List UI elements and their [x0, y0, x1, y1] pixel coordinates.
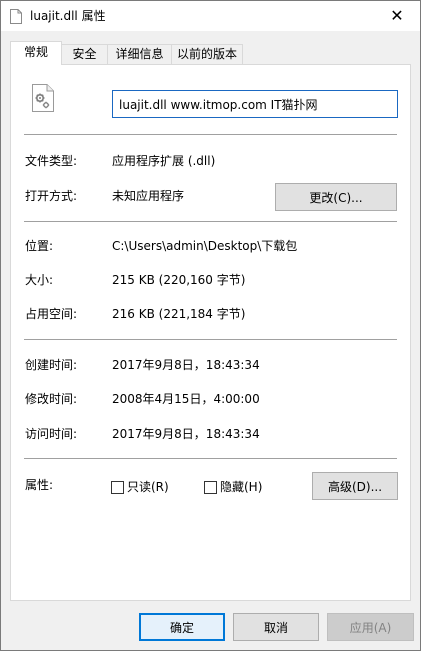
opens-with-value: 未知应用程序: [112, 189, 185, 203]
modified-value: 2008年4月15日，4:00:00: [112, 392, 260, 406]
close-icon: ✕: [390, 6, 404, 25]
size-label: 大小:: [25, 273, 54, 287]
opens-with-label: 打开方式:: [25, 189, 78, 203]
file-icon: [10, 9, 22, 24]
readonly-label: 只读(R): [127, 480, 169, 494]
close-button[interactable]: ✕: [374, 1, 420, 31]
hidden-checkbox[interactable]: [204, 481, 217, 494]
attributes-label: 属性:: [25, 478, 54, 492]
divider: [24, 221, 397, 222]
advanced-button[interactable]: 高级(D)...: [312, 472, 398, 500]
tab-security[interactable]: 安全: [61, 44, 108, 64]
tab-details[interactable]: 详细信息: [107, 44, 172, 64]
size-value: 215 KB (220,160 字节): [112, 273, 246, 287]
file-type-label: 文件类型:: [25, 154, 78, 168]
tab-previous-versions[interactable]: 以前的版本: [171, 44, 243, 64]
hidden-checkbox-group[interactable]: 隐藏(H): [204, 479, 274, 495]
readonly-checkbox-group[interactable]: 只读(R): [111, 479, 181, 495]
size-on-disk-label: 占用空间:: [25, 307, 78, 321]
created-label: 创建时间:: [25, 358, 78, 372]
tab-general[interactable]: 常规: [10, 41, 62, 65]
hidden-label: 隐藏(H): [220, 480, 263, 494]
divider: [24, 134, 397, 135]
apply-button[interactable]: 应用(A): [327, 613, 414, 641]
general-tab-panel: 文件类型: 应用程序扩展 (.dll) 打开方式: 未知应用程序 更改(C)..…: [10, 64, 411, 601]
divider: [24, 339, 397, 340]
accessed-value: 2017年9月8日，18:43:34: [112, 427, 260, 441]
divider: [24, 458, 397, 459]
change-button[interactable]: 更改(C)...: [275, 183, 397, 211]
created-value: 2017年9月8日，18:43:34: [112, 358, 260, 372]
size-on-disk-value: 216 KB (221,184 字节): [112, 307, 246, 321]
location-label: 位置:: [25, 239, 54, 253]
properties-window: luajit.dll 属性 ✕ 常规 安全 详细信息 以前的版本 文件类型: 应…: [0, 0, 421, 651]
accessed-label: 访问时间:: [25, 427, 78, 441]
file-type-value: 应用程序扩展 (.dll): [112, 154, 216, 168]
modified-label: 修改时间:: [25, 392, 78, 406]
dll-gear-file-icon: [32, 84, 54, 112]
readonly-checkbox[interactable]: [111, 481, 124, 494]
window-title: luajit.dll 属性: [30, 9, 106, 23]
file-name-input[interactable]: [112, 90, 398, 118]
ok-button[interactable]: 确定: [139, 613, 225, 641]
location-value: C:\Users\admin\Desktop\下载包: [112, 239, 298, 253]
title-bar[interactable]: luajit.dll 属性 ✕: [1, 1, 420, 31]
cancel-button[interactable]: 取消: [233, 613, 319, 641]
